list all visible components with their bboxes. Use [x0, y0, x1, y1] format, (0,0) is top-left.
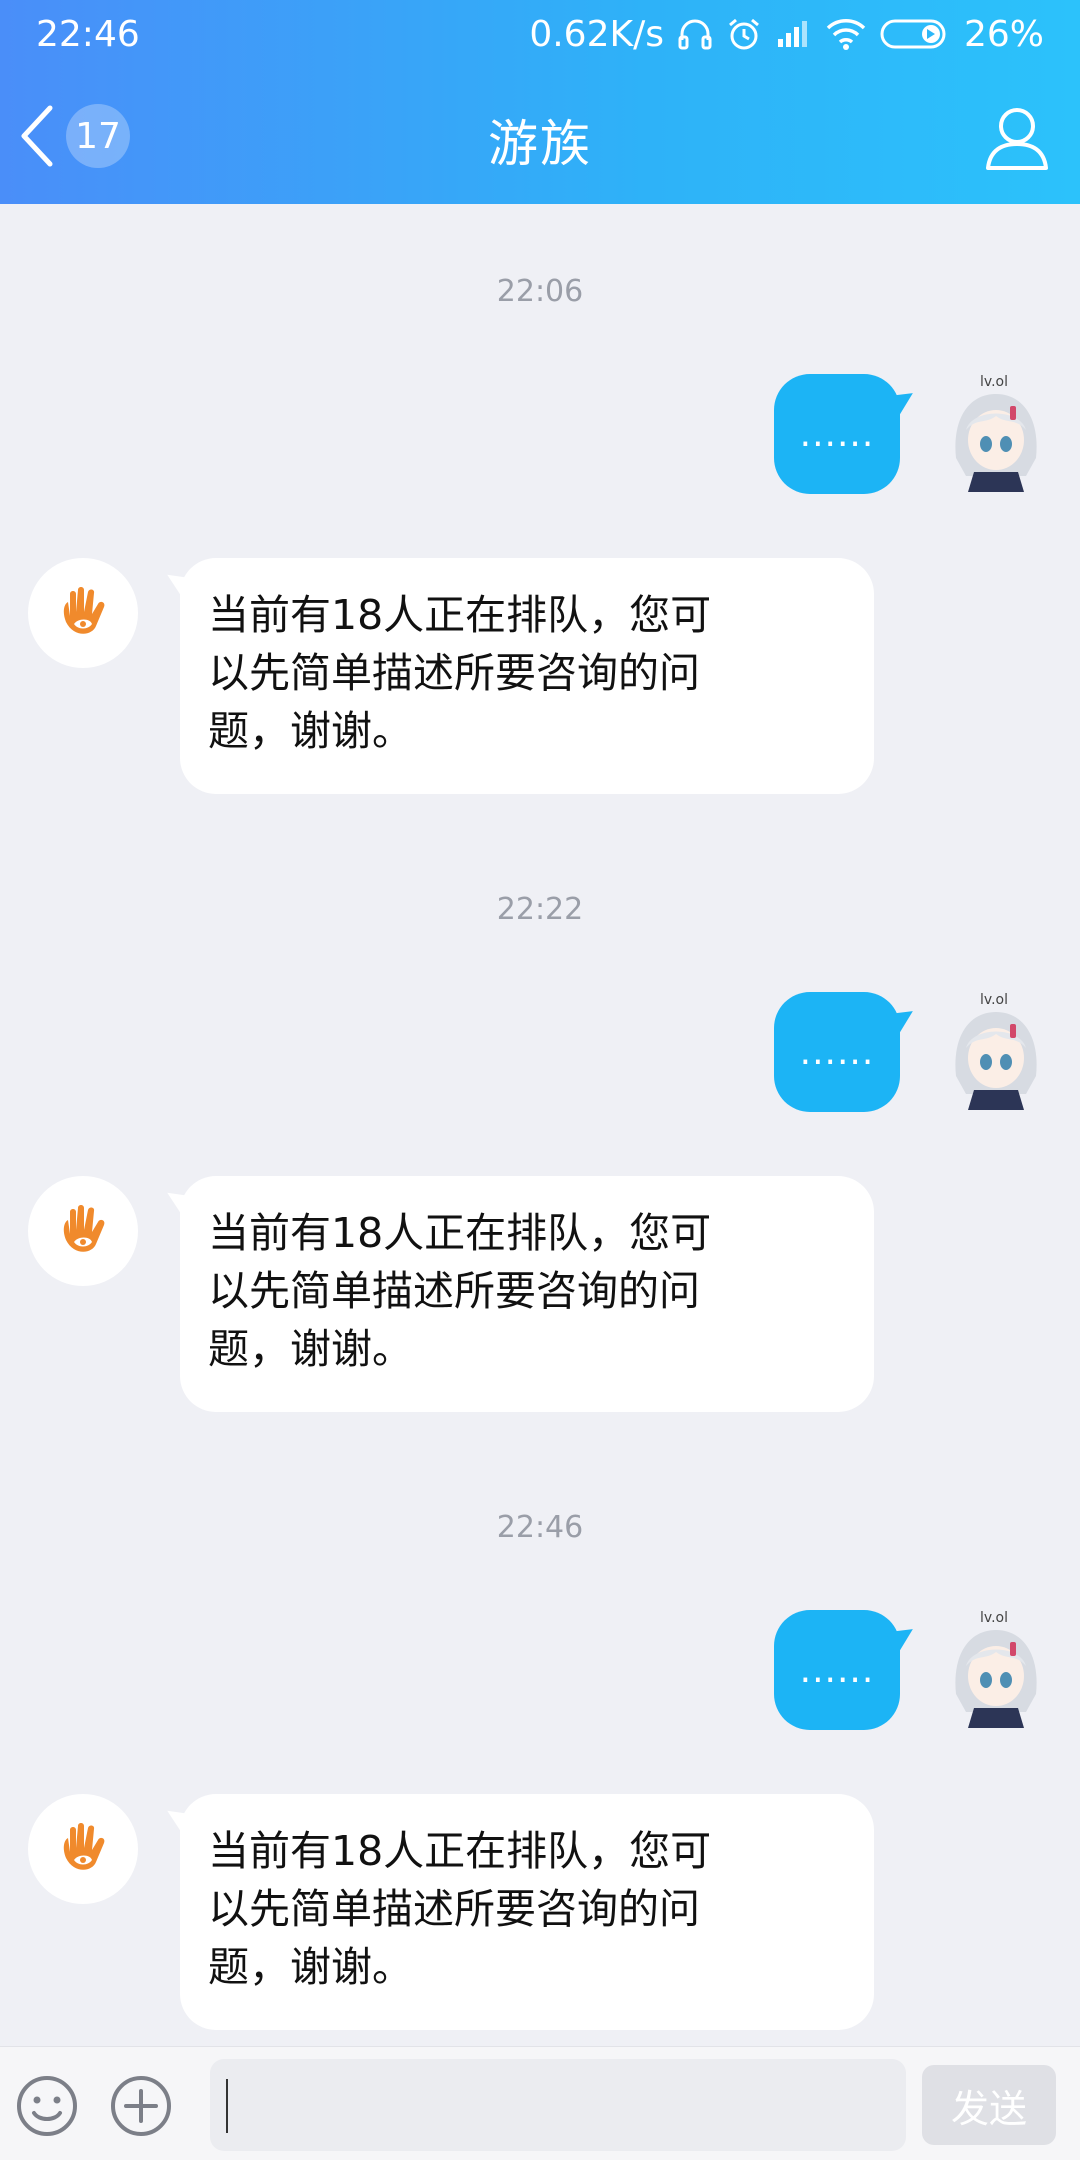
message-timestamp: 22:22 — [496, 892, 584, 927]
signal-icon — [777, 21, 807, 47]
person-icon — [986, 108, 1048, 170]
agent-avatar[interactable] — [28, 1794, 138, 1904]
my-avatar[interactable]: lv.ol — [946, 1610, 1046, 1728]
anime-avatar-icon — [955, 1630, 1037, 1728]
anime-avatar-icon — [955, 1012, 1037, 1110]
message-input[interactable] — [210, 2059, 906, 2151]
status-bar: 22:46 0.62K/s 26% — [0, 0, 1080, 68]
network-speed: 0.62K/s — [529, 13, 664, 55]
status-time: 22:46 — [36, 13, 140, 55]
message-timestamp: 22:06 — [496, 274, 584, 309]
send-button[interactable]: 发送 — [922, 2065, 1056, 2145]
my-message-bubble[interactable]: ...... — [774, 992, 900, 1112]
headphones-icon — [678, 19, 712, 50]
emoji-icon — [17, 2076, 77, 2136]
youzu-logo-icon — [63, 1205, 105, 1252]
agent-avatar[interactable] — [28, 558, 138, 668]
avatar-level-label: lv.ol — [980, 992, 1008, 1008]
my-avatar[interactable]: lv.ol — [946, 374, 1046, 492]
agent-message-bubble[interactable]: 当前有18人正在排队，您可 以先简单描述所要咨询的问 题，谢谢。 — [180, 1794, 874, 2030]
agent-avatar[interactable] — [28, 1176, 138, 1286]
avatar-level-label: lv.ol — [980, 374, 1008, 390]
agent-message-bubble[interactable]: 当前有18人正在排队，您可 以先简单描述所要咨询的问 题，谢谢。 — [180, 1176, 874, 1412]
status-icons: 0.62K/s 26% — [529, 14, 1044, 55]
emoji-button[interactable] — [14, 2073, 80, 2139]
page-title: 游族 — [488, 115, 592, 173]
chat-area[interactable]: 22:06 ...... lv.ol 当前有18人正在排队，您可 以先简单描述所… — [0, 204, 1080, 2046]
profile-button[interactable] — [982, 104, 1052, 174]
avatar-level-label: lv.ol — [980, 1610, 1008, 1626]
input-bar: 发送 — [0, 2046, 1080, 2160]
text-caret — [226, 2079, 228, 2133]
plus-button[interactable] — [108, 2073, 174, 2139]
youzu-logo-icon — [63, 1823, 105, 1870]
alarm-icon — [729, 18, 759, 50]
my-message-bubble[interactable]: ...... — [774, 374, 900, 494]
my-message-bubble[interactable]: ...... — [774, 1610, 900, 1730]
anime-avatar-icon — [955, 394, 1037, 492]
message-timestamp: 22:46 — [496, 1510, 584, 1545]
nav-bar: 17 游族 — [0, 68, 1080, 204]
agent-message-bubble[interactable]: 当前有18人正在排队，您可 以先简单描述所要咨询的问 题，谢谢。 — [180, 558, 874, 794]
battery-percent: 26% — [963, 13, 1044, 55]
battery-icon — [880, 19, 946, 49]
my-avatar[interactable]: lv.ol — [946, 992, 1046, 1110]
wifi-icon — [826, 19, 866, 50]
youzu-logo-icon — [63, 587, 105, 634]
header: 22:46 0.62K/s 26% 17 游族 — [0, 0, 1080, 204]
plus-circle-icon — [111, 2076, 171, 2136]
